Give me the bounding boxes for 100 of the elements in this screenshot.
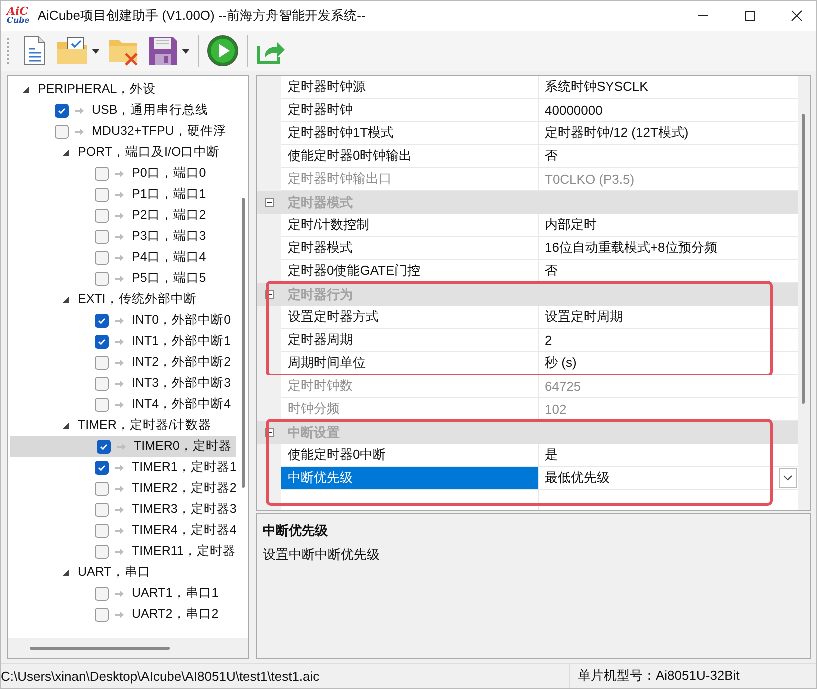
property-row[interactable]: 定时器0使能GATE门控 否 (257, 260, 798, 283)
property-row[interactable]: 定时器周期 2 (257, 329, 798, 352)
property-value[interactable]: 秒 (s) (545, 354, 577, 372)
tree-item[interactable]: TIMER2，定时器2 (8, 478, 236, 499)
property-value[interactable]: 否 (545, 262, 558, 280)
category-label: 中断设置 (287, 424, 340, 442)
tree-item[interactable]: P3口，端口3 (8, 226, 236, 247)
property-row[interactable]: 定时器时钟1T模式 定时器时钟/12 (12T模式) (257, 122, 798, 145)
property-value[interactable]: 否 (545, 147, 558, 165)
tree-item[interactable]: INT0，外部中断0 (8, 310, 236, 331)
property-value[interactable]: 最低优先级 (545, 469, 610, 487)
checkbox[interactable] (95, 586, 109, 600)
checkbox[interactable] (95, 524, 109, 538)
checkbox[interactable] (97, 440, 111, 454)
checkbox[interactable] (95, 272, 109, 286)
tree-item-label: TIMER0，定时器 (134, 438, 232, 455)
expanded-triangle-icon[interactable] (62, 568, 70, 576)
property-row[interactable]: 定时/计数控制 内部定时 (257, 214, 798, 237)
checkbox[interactable] (95, 208, 109, 222)
expanded-triangle-icon[interactable] (62, 148, 70, 156)
arrow-icon (115, 464, 124, 472)
property-row[interactable]: 设置定时器方式 设置定时周期 (257, 306, 798, 329)
property-value[interactable]: 16位自动重载模式+8位预分频 (545, 239, 718, 257)
caret-icon[interactable] (182, 48, 190, 54)
dropdown-button[interactable] (779, 468, 797, 488)
property-value[interactable]: 2 (545, 332, 552, 348)
expanded-triangle-icon[interactable] (62, 422, 70, 430)
checkbox[interactable] (95, 502, 109, 516)
scrollbar-thumb[interactable] (802, 114, 805, 404)
open-folder-icon[interactable] (56, 36, 88, 66)
tree-group-label[interactable]: PORT，端口及I/O口中断 (78, 144, 220, 161)
tree-item[interactable]: P2口，端口2 (8, 205, 236, 226)
scrollbar-thumb[interactable] (242, 198, 245, 488)
arrow-icon (115, 232, 124, 240)
tree-item[interactable]: UART1，串口1 (8, 583, 236, 604)
tree-item[interactable]: TIMER0，定时器 (10, 436, 236, 457)
tree-item[interactable]: INT3，外部中断3 (8, 373, 236, 394)
property-name[interactable]: 定时器0使能GATE门控 (281, 260, 539, 283)
property-value[interactable]: 设置定时周期 (545, 308, 623, 326)
tree-item[interactable]: INT4，外部中断4 (8, 394, 236, 415)
tree-item[interactable]: UART2，串口2 (8, 604, 236, 625)
tree-group-label[interactable]: UART，串口 (78, 564, 151, 581)
checkbox[interactable] (95, 460, 109, 474)
property-value[interactable]: 内部定时 (545, 216, 597, 234)
property-row[interactable]: 使能定时器0时钟输出 否 (257, 145, 798, 168)
checkbox[interactable] (95, 230, 109, 244)
arrow-icon (115, 274, 124, 282)
tree-group-label[interactable]: TIMER，定时器/计数器 (78, 417, 212, 434)
new-document-icon[interactable] (22, 36, 48, 66)
checkbox[interactable] (55, 124, 69, 138)
tree-item[interactable]: TIMER11，定时器 (8, 541, 236, 562)
checkbox[interactable] (95, 166, 109, 180)
expanded-triangle-icon[interactable] (62, 296, 70, 304)
tree-group-label[interactable]: PERIPHERAL，外设 (38, 81, 156, 98)
checkbox[interactable] (95, 608, 109, 622)
tree-item[interactable]: INT2，外部中断2 (8, 352, 236, 373)
expanded-triangle-icon[interactable] (22, 86, 30, 94)
tree-item[interactable]: P0口，端口0 (8, 163, 236, 184)
checkbox[interactable] (95, 250, 109, 264)
property-name[interactable]: 中断优先级 (281, 467, 539, 490)
file-path: C:\Users\xinan\Desktop\AIcube\AI8051U\test1\test1.aic (1, 668, 321, 684)
property-value[interactable]: 是 (545, 446, 558, 464)
checkbox[interactable] (95, 188, 109, 202)
tree-item[interactable]: INT1，外部中断1 (8, 331, 236, 352)
checkbox[interactable] (95, 398, 109, 412)
collapse-icon[interactable] (264, 198, 274, 207)
checkbox[interactable] (95, 356, 109, 370)
maximize-icon[interactable] (744, 10, 756, 22)
property-row[interactable]: 定时器时钟源 系统时钟SYSCLK (257, 76, 798, 99)
tree-item[interactable]: TIMER4，定时器4 (8, 520, 236, 541)
checkbox[interactable] (95, 376, 109, 390)
property-value[interactable]: 40000000 (545, 102, 603, 118)
caret-icon[interactable] (92, 48, 100, 54)
tree-item-label: INT0，外部中断0 (132, 312, 232, 329)
property-row[interactable]: 周期时间单位 秒 (s) (257, 352, 798, 375)
property-row[interactable]: 中断优先级 最低优先级 (257, 467, 798, 490)
scrollbar-thumb[interactable] (30, 646, 170, 650)
tree-item[interactable]: P1口，端口1 (8, 184, 236, 205)
tree-item-label: INT3，外部中断3 (132, 375, 232, 392)
property-value[interactable]: 定时器时钟/12 (12T模式) (545, 124, 689, 142)
property-row[interactable]: 定时器时钟 40000000 (257, 99, 798, 122)
property-row[interactable]: 定时器模式 16位自动重载模式+8位预分频 (257, 237, 798, 260)
tree-item[interactable]: TIMER1，定时器1 (8, 457, 236, 478)
tree-item[interactable]: TIMER3，定时器3 (8, 499, 236, 520)
tree-group-label[interactable]: EXTI，传统外部中断 (78, 291, 197, 308)
checkbox[interactable] (95, 314, 109, 328)
property-value[interactable]: 系统时钟SYSCLK (545, 78, 648, 96)
property-row[interactable]: 使能定时器0中断 是 (257, 444, 798, 467)
checkbox[interactable] (95, 482, 109, 496)
checkbox[interactable] (95, 334, 109, 348)
play-icon[interactable] (207, 35, 239, 67)
tree-item[interactable]: USB，通用串行总线 (8, 100, 236, 121)
save-icon[interactable] (148, 36, 178, 66)
checkbox[interactable] (55, 104, 69, 118)
tree-item[interactable]: P5口，端口5 (8, 268, 236, 289)
arrow-icon (115, 380, 124, 388)
tree-item[interactable]: P4口，端口4 (8, 247, 236, 268)
close-icon[interactable] (791, 10, 803, 22)
checkbox[interactable] (95, 544, 109, 558)
tree-item[interactable]: MDU32+TFPU，硬件浮 (8, 121, 236, 142)
